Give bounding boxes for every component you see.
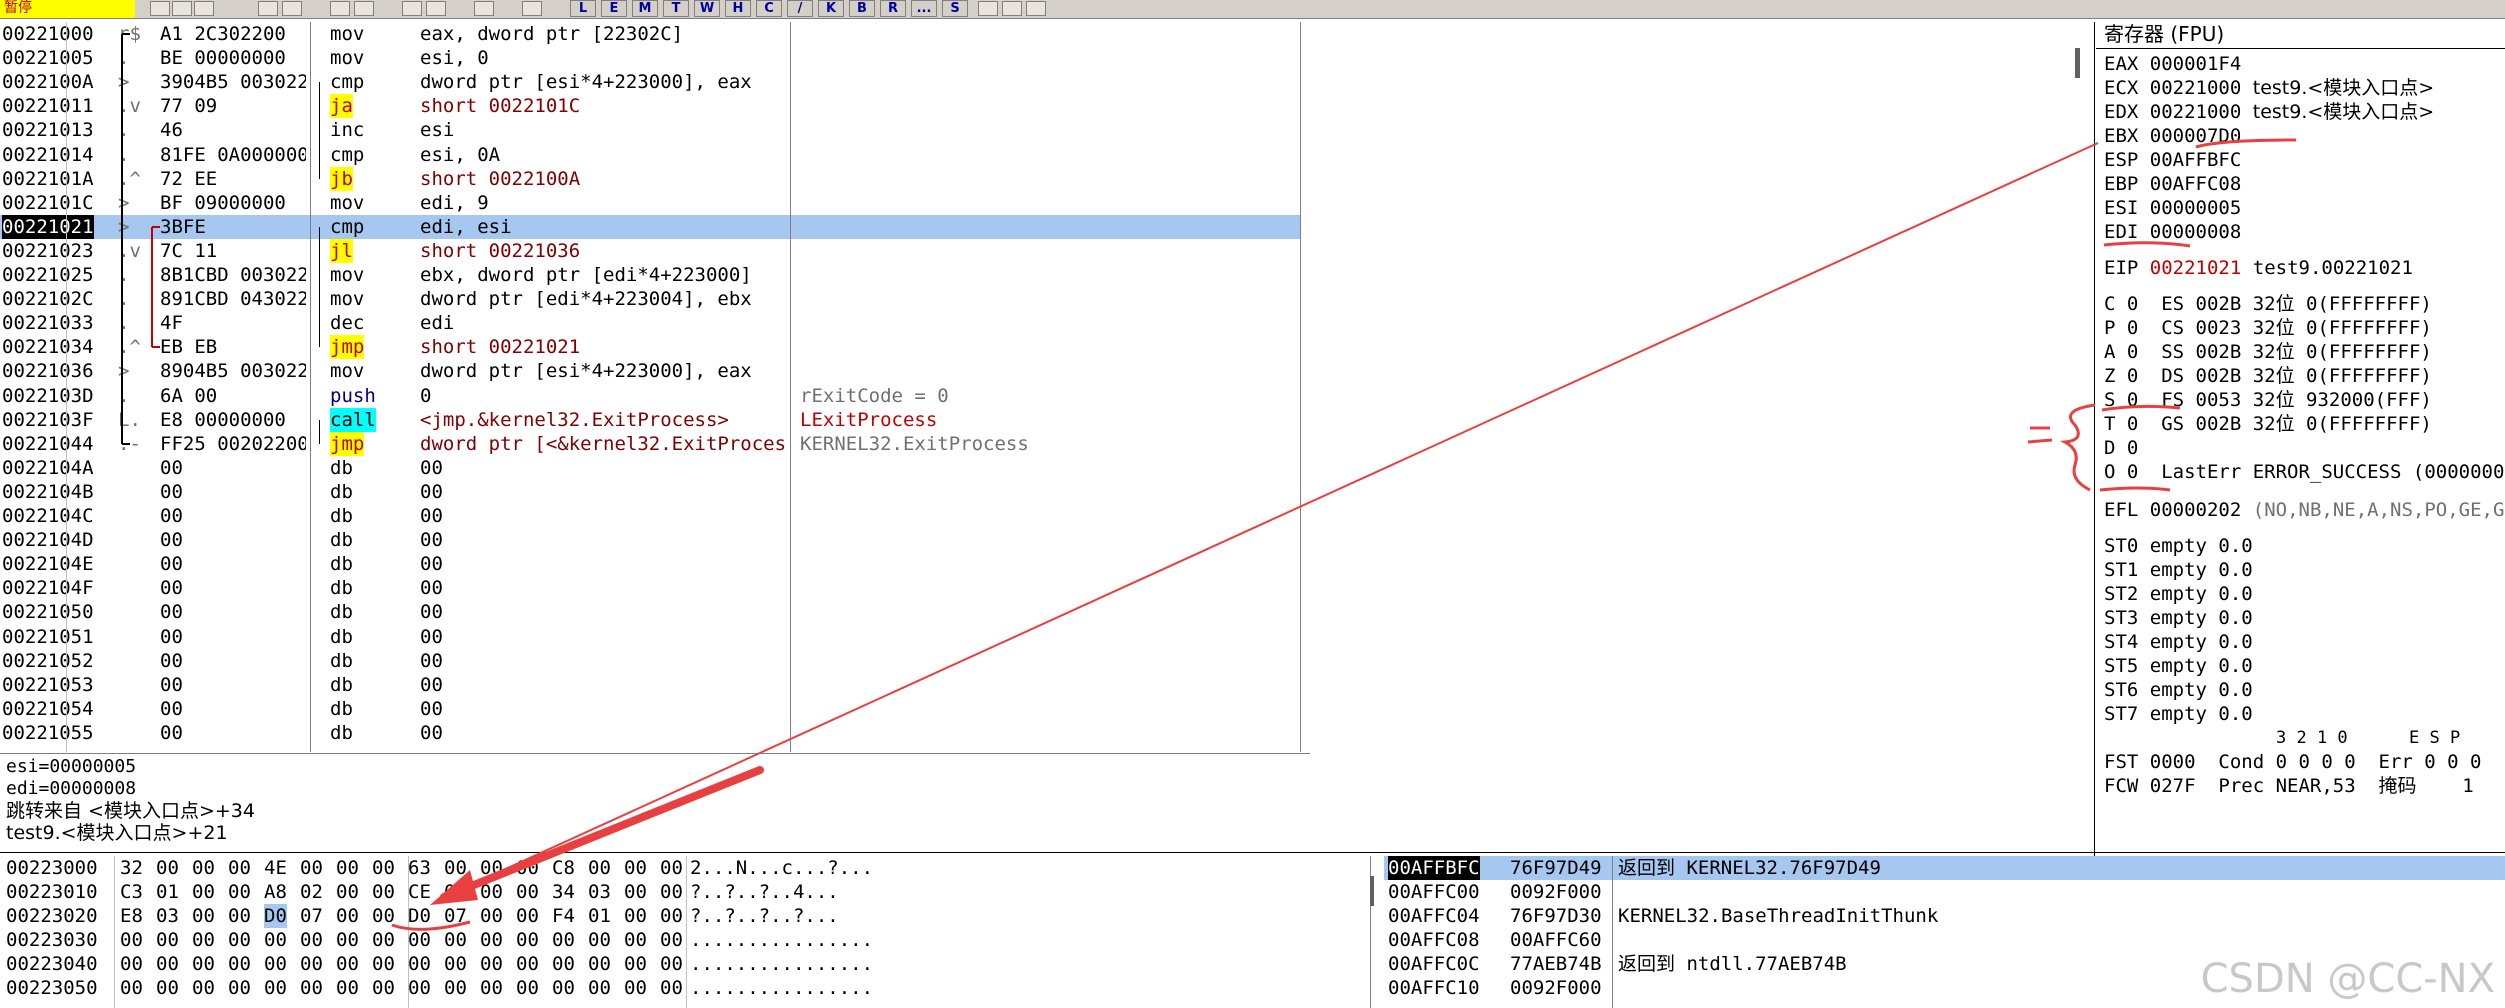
annotation-arrow-head xyxy=(430,870,478,905)
annotation-arrow-shaft xyxy=(440,766,764,901)
annotation-underline-o xyxy=(2099,486,2171,492)
annotation-flags-brace xyxy=(2059,403,2096,492)
annotation-overlay xyxy=(391,138,2297,931)
annotation-underline-edi xyxy=(2103,241,2191,248)
watermark: CSDN @CC-NX xyxy=(2200,956,2495,1002)
annotation-underline-flag xyxy=(2101,404,2181,412)
annotation-underline-dump xyxy=(391,920,471,931)
annotation-flags-mark xyxy=(2027,426,2053,444)
annotation-underline-ebx xyxy=(2195,138,2297,149)
annotation-arrow-line xyxy=(443,142,2099,898)
